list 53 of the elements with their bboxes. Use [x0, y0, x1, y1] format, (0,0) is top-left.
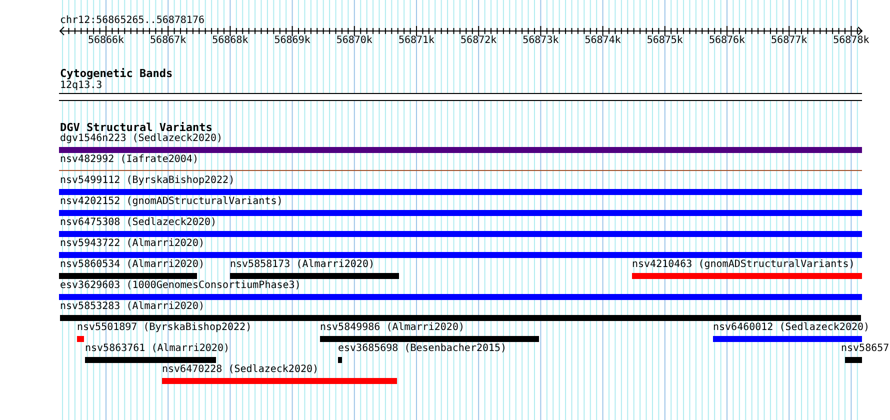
- location-label: chr12:56865265..56878176: [60, 15, 204, 27]
- ruler-tick-label: 56874k: [584, 35, 621, 47]
- variant-label: nsv6460012 (Sedlazeck2020): [713, 322, 870, 334]
- ruler-tick-label: 56875k: [646, 35, 683, 47]
- variant-bar[interactable]: [632, 273, 862, 279]
- variant-label: esv3685698 (Besenbacher2015): [338, 343, 507, 355]
- variant-bar[interactable]: [59, 210, 862, 216]
- ruler-tick-label: 56868k: [212, 35, 248, 47]
- variant-label: nsv5858173 (Almarri2020): [230, 259, 374, 271]
- variant-label: nsv5863761 (Almarri2020): [85, 343, 230, 355]
- ruler-tick-label: 56867k: [150, 35, 186, 47]
- variant-bar[interactable]: [338, 357, 342, 363]
- variant-label: nsv6470228 (Sedlazeck2020): [162, 364, 319, 376]
- variant-bar[interactable]: [713, 336, 862, 342]
- variant-label: nsv5860534 (Almarri2020): [60, 259, 204, 271]
- track-title: Cytogenetic Bands: [60, 67, 173, 80]
- variant-label: nsv5499112 (ByrskaBishop2022): [60, 175, 235, 187]
- band-label: 12q13.3: [60, 80, 102, 92]
- ruler-tick-label: 56878k: [833, 35, 870, 47]
- variant-label: nsv5853283 (Almarri2020): [60, 301, 204, 313]
- variant-bar[interactable]: [59, 252, 862, 258]
- variant-bar[interactable]: [59, 189, 862, 195]
- variant-bar[interactable]: [162, 378, 397, 384]
- variant-bar[interactable]: [59, 231, 862, 237]
- ruler-tick-label: 56866k: [88, 35, 124, 47]
- variant-bar[interactable]: [230, 273, 399, 279]
- variant-bar[interactable]: [77, 336, 84, 342]
- ruler-tick-label: 56873k: [522, 35, 559, 47]
- variant-bar[interactable]: [59, 273, 197, 279]
- ruler-tick-label: 56872k: [460, 35, 497, 47]
- variant-bar[interactable]: [59, 147, 862, 153]
- ruler-tick-label: 56869k: [274, 35, 310, 47]
- ruler-tick-label: 56877k: [771, 35, 808, 47]
- variant-label: dgv1546n223 (Sedlazeck2020): [60, 133, 223, 145]
- variant-label: nsv5849986 (Almarri2020): [320, 322, 464, 334]
- variant-bar[interactable]: [60, 315, 861, 321]
- variant-label: nsv482992 (Iafrate2004): [60, 154, 198, 166]
- variant-label: nsv4202152 (gnomADStructuralVariants): [60, 196, 283, 208]
- ruler-tick-label: 56876k: [708, 35, 746, 47]
- variant-bar[interactable]: [845, 357, 862, 363]
- variant-label: nsv6475308 (Sedlazeck2020): [60, 217, 217, 229]
- track-title: DGV Structural Variants: [60, 121, 212, 134]
- variant-label: nsv5501897 (ByrskaBishop2022): [77, 322, 252, 334]
- variant-bar[interactable]: [320, 336, 539, 342]
- variant-label: nsv4210463 (gnomADStructuralVariants): [632, 259, 855, 271]
- variant-label: esv3629603 (1000GenomesConsortiumPhase3): [60, 280, 301, 292]
- variant-line[interactable]: [59, 170, 862, 171]
- variant-bar[interactable]: [59, 294, 862, 300]
- variant-label: nsv58657: [841, 343, 890, 355]
- variant-label: nsv5943722 (Almarri2020): [60, 238, 204, 250]
- ruler-tick-label: 56871k: [398, 35, 435, 47]
- ruler-tick-label: 56870k: [336, 35, 372, 47]
- variant-bar[interactable]: [85, 357, 216, 363]
